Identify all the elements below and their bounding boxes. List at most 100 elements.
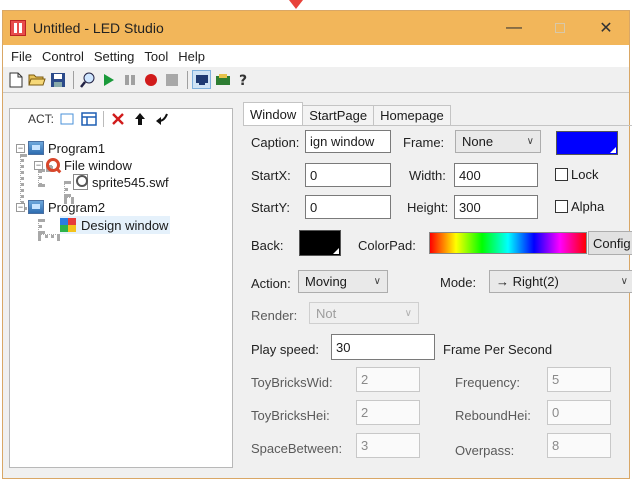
toy-bricks-wid-input[interactable]: 2 (356, 367, 420, 392)
rebound-hei-label: ReboundHei: (455, 408, 531, 423)
record-icon[interactable] (141, 70, 160, 89)
act-separator (103, 111, 105, 127)
maximize-icon (555, 23, 565, 33)
collapse-icon[interactable]: − (34, 160, 43, 170)
swf-file-icon (73, 174, 88, 190)
stop-icon[interactable] (162, 70, 181, 89)
toy-bricks-wid-label: ToyBricksWid: (251, 375, 333, 390)
tree-item-program1[interactable]: − Program1 (16, 139, 105, 157)
program-icon (28, 200, 44, 214)
tree-item-label: Program1 (48, 140, 106, 156)
preview-icon[interactable] (78, 70, 97, 89)
tree-item-design-window[interactable]: Design window (60, 216, 171, 234)
title-bar: Untitled - LED Studio — ✕ (3, 11, 629, 45)
rebound-hei-input[interactable]: 0 (547, 400, 611, 425)
help-icon[interactable]: ? (234, 70, 253, 89)
menu-control[interactable]: Control (38, 49, 90, 64)
caption-input[interactable]: ign window (305, 130, 391, 153)
toy-bricks-hei-input[interactable]: 2 (356, 400, 420, 425)
act-label: ACT: (28, 112, 55, 126)
menu-tool[interactable]: Tool (140, 49, 174, 64)
property-tabs: Window StartPage Homepage (243, 102, 451, 125)
overpass-label: Overpass: (455, 443, 515, 458)
tree-item-label: sprite545.swf (92, 174, 169, 190)
pointer-arrow-icon (289, 0, 303, 9)
act-toolbar: ACT: (28, 109, 176, 129)
window-properties-panel: Caption: ign window Frame: None ∨ StartX:… (243, 125, 632, 465)
checkbox-box (555, 200, 568, 213)
frequency-input[interactable]: 5 (547, 367, 611, 392)
checkbox-box (555, 168, 568, 181)
space-between-label: SpaceBetween: (251, 441, 343, 456)
frame-select[interactable]: None ∨ (455, 130, 541, 153)
width-input[interactable]: 400 (454, 163, 538, 187)
height-label: Height: (407, 200, 449, 215)
delete-icon[interactable] (110, 111, 126, 127)
chevron-down-icon: ∨ (404, 307, 412, 319)
play-icon[interactable] (99, 70, 118, 89)
frame-color-swatch[interactable] (556, 131, 618, 155)
tab-window[interactable]: Window (243, 102, 304, 125)
chevron-down-icon: ∨ (526, 136, 534, 147)
starty-input[interactable]: 0 (305, 195, 391, 219)
lock-checkbox[interactable]: Lock (555, 167, 598, 182)
open-folder-icon[interactable] (27, 70, 46, 89)
tab-homepage[interactable]: Homepage (373, 105, 451, 125)
width-label: Width: (409, 168, 446, 183)
alpha-label: Alpha (571, 199, 605, 214)
mode-select[interactable]: → Right(2) ∨ (489, 270, 632, 293)
maximize-button[interactable] (537, 11, 583, 45)
alpha-checkbox[interactable]: Alpha (555, 199, 604, 214)
app-window: Untitled - LED Studio — ✕ File Control S… (2, 10, 632, 479)
send-icon[interactable] (213, 70, 232, 89)
tab-startpage[interactable]: StartPage (302, 105, 375, 125)
play-speed-label: Play speed: (251, 342, 319, 357)
startx-input[interactable]: 0 (305, 163, 391, 187)
tree-item-sprite[interactable]: sprite545.swf (73, 173, 169, 191)
pause-icon[interactable] (120, 70, 139, 89)
action-label: Action: (251, 276, 291, 291)
mode-select-value: → Right(2) (496, 274, 559, 289)
render-select-value: Not (316, 305, 337, 321)
minimize-button[interactable]: — (491, 11, 537, 45)
space-between-input[interactable]: 3 (356, 433, 420, 458)
screen-icon[interactable] (192, 70, 211, 89)
back-label: Back: (251, 238, 284, 253)
frequency-label: Frequency: (455, 375, 521, 390)
tree-item-label: Program2 (48, 199, 106, 215)
move-back-icon[interactable] (154, 111, 170, 127)
menu-help[interactable]: Help (174, 49, 211, 64)
move-up-icon[interactable] (132, 111, 148, 127)
play-speed-input[interactable]: 30 (331, 334, 435, 360)
new-page-icon[interactable] (59, 111, 75, 127)
chevron-down-icon: ∨ (373, 276, 381, 287)
color-pad[interactable] (429, 232, 587, 254)
collapse-icon[interactable]: − (16, 202, 25, 212)
overpass-input[interactable]: 8 (547, 433, 611, 458)
new-file-icon[interactable] (6, 70, 25, 89)
tree-item-file-window[interactable]: − File window (34, 156, 132, 174)
program-tree-panel: ACT: − Program1 − File window sprite545.… (9, 108, 233, 468)
collapse-icon[interactable]: − (16, 143, 25, 153)
close-button[interactable]: ✕ (583, 11, 629, 45)
menu-setting[interactable]: Setting (90, 49, 140, 64)
fps-label: Frame Per Second (443, 342, 553, 357)
new-window-icon[interactable] (81, 111, 97, 127)
save-icon[interactable] (48, 70, 67, 89)
menu-bar: File Control Setting Tool Help (3, 45, 629, 67)
lock-label: Lock (571, 167, 599, 182)
design-window-icon (60, 218, 76, 232)
toy-bricks-hei-label: ToyBricksHei: (251, 408, 330, 423)
menu-file[interactable]: File (7, 49, 38, 64)
action-select[interactable]: Moving ∨ (298, 270, 388, 293)
starty-label: StartY: (251, 200, 291, 215)
toolbar-separator (187, 70, 188, 89)
height-input[interactable]: 300 (454, 195, 538, 219)
program-icon (28, 141, 44, 155)
config-button[interactable]: Config (588, 231, 632, 255)
colorpad-label: ColorPad: (358, 238, 416, 253)
render-select[interactable]: Not ∨ (309, 302, 419, 324)
tree-item-program2[interactable]: − Program2 (16, 198, 105, 216)
back-color-swatch[interactable] (299, 230, 341, 256)
file-window-icon (46, 158, 60, 172)
